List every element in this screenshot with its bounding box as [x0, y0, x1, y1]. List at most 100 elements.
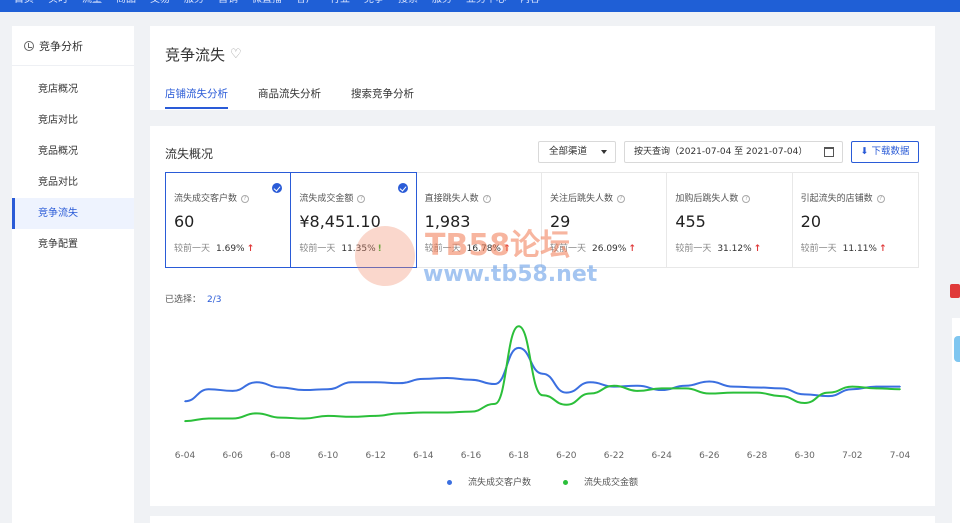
data-point[interactable]: [732, 391, 734, 394]
data-point[interactable]: [208, 417, 210, 420]
data-point[interactable]: [684, 384, 687, 387]
data-point[interactable]: [351, 415, 353, 418]
data-point[interactable]: [398, 412, 401, 415]
data-point[interactable]: [803, 393, 806, 396]
metric-card[interactable]: 引起流失的店铺数? 20 较前一天 11.11% ↑: [793, 173, 918, 267]
data-point[interactable]: [279, 416, 282, 419]
data-point[interactable]: [660, 387, 663, 390]
help-question-icon[interactable]: ?: [482, 194, 491, 203]
data-point[interactable]: [541, 394, 544, 397]
data-point[interactable]: [851, 388, 854, 390]
data-point[interactable]: [184, 420, 186, 422]
data-point[interactable]: [827, 391, 830, 394]
favorite-heart-icon[interactable]: ♡: [230, 47, 242, 62]
topnav-item[interactable]: 服务: [432, 0, 452, 6]
data-point[interactable]: [231, 417, 234, 420]
data-point[interactable]: [184, 400, 186, 403]
topnav-item[interactable]: 首页: [14, 0, 34, 6]
data-point[interactable]: [327, 388, 329, 390]
topnav-item[interactable]: 交易: [150, 0, 170, 6]
topnav-item[interactable]: 内容: [520, 0, 540, 6]
date-range-picker[interactable]: 按天查询（2021-07-04 至 2021-07-04）: [624, 141, 843, 163]
help-pill-button[interactable]: [954, 336, 960, 362]
data-point[interactable]: [327, 415, 329, 417]
data-point[interactable]: [899, 388, 901, 390]
help-question-icon[interactable]: ?: [241, 194, 250, 203]
data-point[interactable]: [803, 402, 806, 404]
sidebar-item[interactable]: 竞争配置: [12, 229, 134, 260]
data-point[interactable]: [422, 411, 425, 414]
sidebar-item[interactable]: 竞店概况: [12, 74, 134, 105]
topnav-item[interactable]: 营销: [218, 0, 238, 6]
data-point[interactable]: [851, 385, 854, 388]
data-point[interactable]: [899, 385, 901, 388]
data-point[interactable]: [565, 391, 568, 394]
topnav-item[interactable]: 客户: [296, 0, 316, 6]
metric-card[interactable]: 流失成交客户数? 60 较前一天 1.69% ↑: [165, 172, 292, 268]
data-point[interactable]: [255, 381, 258, 384]
topnav-item[interactable]: 商品: [116, 0, 136, 6]
data-point[interactable]: [565, 403, 568, 406]
data-point[interactable]: [708, 392, 711, 395]
metric-card[interactable]: 直接跳失人数? 1,983 较前一天 16.78% ↑: [417, 173, 542, 267]
data-point[interactable]: [303, 417, 305, 420]
sidebar-item[interactable]: 竞品对比: [12, 167, 134, 198]
data-point[interactable]: [494, 383, 496, 385]
metric-card[interactable]: 流失成交金额? ¥8,451.10 较前一天 11.35%!: [290, 172, 417, 268]
legend-item[interactable]: 流失成交金额: [555, 478, 646, 488]
data-point[interactable]: [351, 381, 353, 384]
data-point[interactable]: [732, 385, 734, 388]
help-question-icon[interactable]: ?: [742, 194, 751, 203]
data-point[interactable]: [541, 372, 544, 375]
help-question-icon[interactable]: ?: [617, 194, 625, 203]
data-point[interactable]: [637, 384, 639, 387]
data-point[interactable]: [756, 386, 758, 389]
data-point[interactable]: [517, 347, 520, 349]
tab-item[interactable]: 店铺流失分析: [165, 86, 228, 109]
data-point[interactable]: [875, 385, 877, 388]
topnav-item[interactable]: 服务: [184, 0, 204, 6]
metric-card[interactable]: 关注后跳失人数? 29 较前一天 26.09% ↑: [542, 173, 668, 267]
data-point[interactable]: [708, 380, 711, 383]
data-point[interactable]: [780, 395, 782, 397]
data-point[interactable]: [303, 389, 305, 391]
topnav-item[interactable]: 业务中心: [466, 0, 506, 6]
topnav-item[interactable]: 竞争: [364, 0, 384, 6]
data-point[interactable]: [660, 389, 663, 391]
data-point[interactable]: [374, 415, 377, 417]
data-point[interactable]: [589, 381, 591, 384]
data-point[interactable]: [374, 381, 377, 384]
sidebar-item[interactable]: 竞品概况: [12, 136, 134, 167]
topnav-item[interactable]: 微直播: [252, 0, 282, 6]
help-question-icon[interactable]: ?: [357, 194, 366, 203]
data-point[interactable]: [589, 392, 591, 395]
tab-item[interactable]: 商品流失分析: [258, 86, 321, 109]
sidebar-item[interactable]: 竞店对比: [12, 105, 134, 136]
sidebar-item[interactable]: 竞争流失: [12, 198, 134, 229]
data-point[interactable]: [446, 411, 448, 414]
legend-item[interactable]: 流失成交客户数: [439, 478, 539, 488]
data-point[interactable]: [494, 403, 496, 405]
data-point[interactable]: [875, 387, 877, 390]
topnav-item[interactable]: 实时: [48, 0, 68, 6]
data-point[interactable]: [613, 384, 615, 387]
help-question-icon[interactable]: ?: [876, 194, 885, 203]
data-point[interactable]: [517, 325, 520, 328]
data-point[interactable]: [422, 378, 425, 380]
data-point[interactable]: [637, 390, 639, 392]
data-point[interactable]: [446, 377, 448, 379]
data-point[interactable]: [279, 386, 282, 389]
topnav-item[interactable]: 流量: [82, 0, 102, 6]
tab-item[interactable]: 搜索竞争分析: [351, 86, 414, 109]
data-point[interactable]: [470, 410, 472, 413]
data-point[interactable]: [827, 395, 830, 397]
data-point[interactable]: [780, 387, 782, 390]
topnav-item[interactable]: 搜索: [398, 0, 418, 6]
download-button[interactable]: ⬇ 下载数据: [851, 141, 919, 163]
data-point[interactable]: [470, 378, 472, 381]
data-point[interactable]: [684, 387, 687, 390]
feedback-tag[interactable]: [950, 284, 960, 298]
data-point[interactable]: [398, 382, 401, 384]
data-point[interactable]: [255, 412, 258, 415]
topnav-item[interactable]: 行业: [330, 0, 350, 6]
